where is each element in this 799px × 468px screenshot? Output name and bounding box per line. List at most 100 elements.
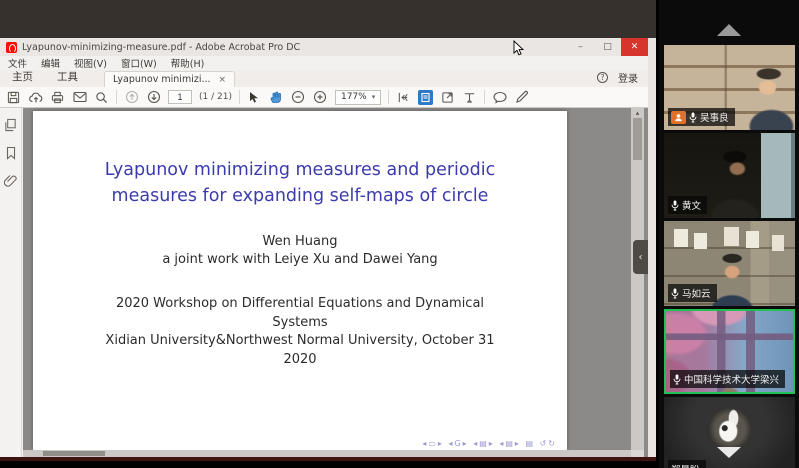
slide-author: Wen Huang: [33, 233, 567, 251]
minimize-button[interactable]: –: [567, 38, 594, 56]
presentation-pointer-icon[interactable]: [462, 90, 477, 105]
participant-name: 马如云: [682, 286, 711, 300]
pencil-icon[interactable]: [514, 90, 529, 105]
document-area: Lyapunov minimizing measures and periodi…: [23, 108, 648, 457]
tools-panel-toggle[interactable]: ‹: [633, 240, 648, 274]
video-tile-active-speaker[interactable]: 中国科学技术大学梁兴: [664, 309, 795, 394]
left-panel-rail: [0, 108, 22, 457]
view-mode-icon[interactable]: [418, 90, 433, 105]
slide-title-line2: measures for expanding self-maps of circ…: [33, 183, 567, 209]
menu-file[interactable]: 文件: [8, 56, 27, 70]
vertical-scrollbar[interactable]: ▴: [631, 108, 644, 450]
tab-tools[interactable]: 工具: [45, 69, 90, 87]
video-sidebar: 吴事良 黄文 马如云 中国科学技术大学梁兴: [659, 0, 799, 468]
participant-nameplate: 黄文: [668, 196, 707, 214]
slide-venue-line1: 2020 Workshop on Differential Equations …: [33, 295, 567, 314]
participant-avatar: [708, 407, 752, 451]
toolbar-separator: [484, 90, 485, 104]
tab-home[interactable]: 主页: [0, 69, 45, 87]
pdf-page[interactable]: Lyapunov minimizing measures and periodi…: [33, 111, 567, 450]
chevron-down-icon: ▾: [372, 93, 376, 101]
next-page-icon[interactable]: [146, 90, 161, 105]
slide-venue: 2020 Workshop on Differential Equations …: [33, 295, 567, 369]
zoom-out-icon[interactable]: [291, 90, 306, 105]
screen-share-border-bottom: [0, 461, 659, 464]
toolbar-separator: [239, 90, 240, 104]
close-button[interactable]: ✕: [621, 38, 648, 56]
scrollbar-corner: [631, 450, 644, 457]
mic-icon: [671, 200, 679, 211]
vertical-scrollbar-thumb[interactable]: [633, 118, 642, 160]
participant-nameplate: 郑景盼: [668, 460, 706, 468]
zoom-in-icon[interactable]: [313, 90, 328, 105]
search-icon[interactable]: [94, 90, 109, 105]
attachments-icon[interactable]: [4, 174, 17, 188]
zoom-level-value: 177%: [341, 92, 367, 102]
mouse-cursor-icon: [513, 40, 525, 57]
acrobat-window: Lyapunov-minimizing-measure.pdf - Adobe …: [0, 38, 648, 457]
slide-authors: Wen Huang a joint work with Leiye Xu and…: [33, 233, 567, 269]
video-tile[interactable]: 黄文: [664, 133, 795, 218]
sign-in-button[interactable]: 登录: [618, 70, 638, 85]
zoom-level-select[interactable]: 177% ▾: [335, 90, 381, 105]
help-icon[interactable]: ?: [597, 72, 608, 83]
slide-venue-line4: 2020: [33, 351, 567, 370]
page-count-label: (1 / 21): [199, 92, 232, 102]
toolbar: (1 / 21) 177% ▾: [0, 87, 648, 108]
scrollbar-up-icon[interactable]: ▴: [631, 109, 644, 117]
share-screen-icon[interactable]: [440, 90, 455, 105]
page-number-input[interactable]: [168, 90, 192, 104]
slide-title: Lyapunov minimizing measures and periodi…: [33, 157, 567, 209]
beamer-navigation-symbols[interactable]: ◂▭▸ ◂G▸ ◂▤▸ ◂▤▸ ▤ ↺↻: [422, 439, 557, 448]
desktop-background-right: [648, 38, 656, 457]
bookmarks-icon[interactable]: [5, 146, 17, 160]
cloud-upload-icon[interactable]: [28, 90, 43, 105]
scroll-down-icon[interactable]: [717, 447, 741, 458]
participant-name: 郑景盼: [671, 462, 700, 468]
desktop-background-top: [0, 0, 656, 38]
horizontal-scrollbar-thumb[interactable]: [43, 451, 105, 456]
horizontal-scrollbar[interactable]: [23, 450, 631, 457]
maximize-button[interactable]: □: [594, 38, 621, 56]
slide-venue-line3: Xidian University&Northwest Normal Unive…: [33, 332, 567, 351]
window-title: Lyapunov-minimizing-measure.pdf - Adobe …: [22, 42, 300, 53]
tab-close-icon[interactable]: ×: [219, 75, 227, 85]
mic-icon: [689, 112, 697, 123]
participant-name: 黄文: [682, 198, 701, 212]
hand-tool-icon[interactable]: [269, 90, 284, 105]
tab-document[interactable]: Lyapunov minimizi... ×: [104, 71, 235, 87]
email-icon[interactable]: [72, 90, 87, 105]
title-bar: Lyapunov-minimizing-measure.pdf - Adobe …: [0, 38, 648, 56]
scroll-up-icon[interactable]: [717, 24, 741, 36]
participant-nameplate: 吴事良: [668, 108, 735, 126]
select-tool-icon[interactable]: [247, 90, 262, 105]
slide-title-line1: Lyapunov minimizing measures and periodi…: [33, 157, 567, 183]
participant-name: 吴事良: [700, 110, 729, 124]
host-badge-icon: [671, 111, 686, 124]
comment-icon[interactable]: [492, 90, 507, 105]
shared-screen: Lyapunov-minimizing-measure.pdf - Adobe …: [0, 0, 656, 461]
participant-name: 中国科学技术大学梁兴: [684, 372, 779, 386]
menu-window[interactable]: 窗口(W): [121, 56, 157, 70]
tab-bar: 主页 工具 Lyapunov minimizi... × ? 登录: [0, 70, 648, 87]
toolbar-separator: [388, 90, 389, 104]
page-thumbnails-icon[interactable]: [4, 118, 17, 132]
save-icon[interactable]: [6, 90, 21, 105]
print-icon[interactable]: [50, 90, 65, 105]
menu-edit[interactable]: 编辑: [41, 56, 60, 70]
previous-page-icon[interactable]: [124, 90, 139, 105]
participant-nameplate: 马如云: [668, 284, 717, 302]
menu-bar: 文件 编辑 视图(V) 窗口(W) 帮助(H): [0, 56, 648, 70]
mic-icon: [671, 288, 679, 299]
acrobat-app-icon: [6, 42, 17, 53]
slide-venue-line2: Systems: [33, 314, 567, 333]
slide-joint-work: a joint work with Leiye Xu and Dawei Yan…: [33, 251, 567, 269]
menu-help[interactable]: 帮助(H): [171, 56, 205, 70]
video-tile[interactable]: 马如云: [664, 221, 795, 306]
tab-document-label: Lyapunov minimizi...: [113, 74, 211, 85]
mic-icon: [673, 374, 681, 385]
fit-page-icon[interactable]: [396, 90, 411, 105]
participant-nameplate: 中国科学技术大学梁兴: [670, 370, 785, 388]
menu-view[interactable]: 视图(V): [74, 56, 107, 70]
video-tile[interactable]: 吴事良: [664, 45, 795, 130]
